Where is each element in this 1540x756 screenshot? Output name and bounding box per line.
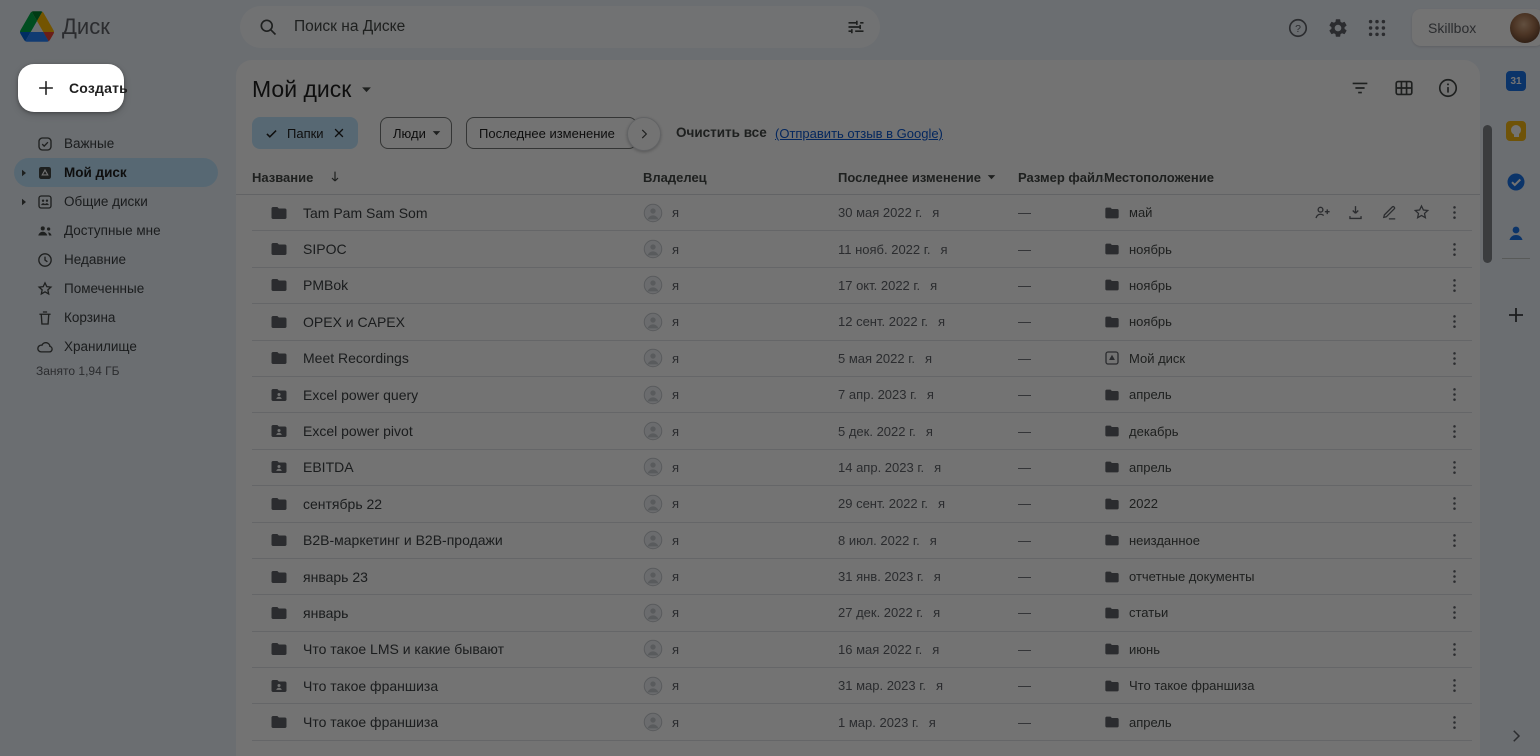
plus-icon — [35, 77, 57, 99]
tutorial-dim-overlay — [0, 0, 1540, 756]
create-button-label: Создать — [69, 80, 128, 96]
create-button[interactable]: Создать — [18, 64, 128, 112]
